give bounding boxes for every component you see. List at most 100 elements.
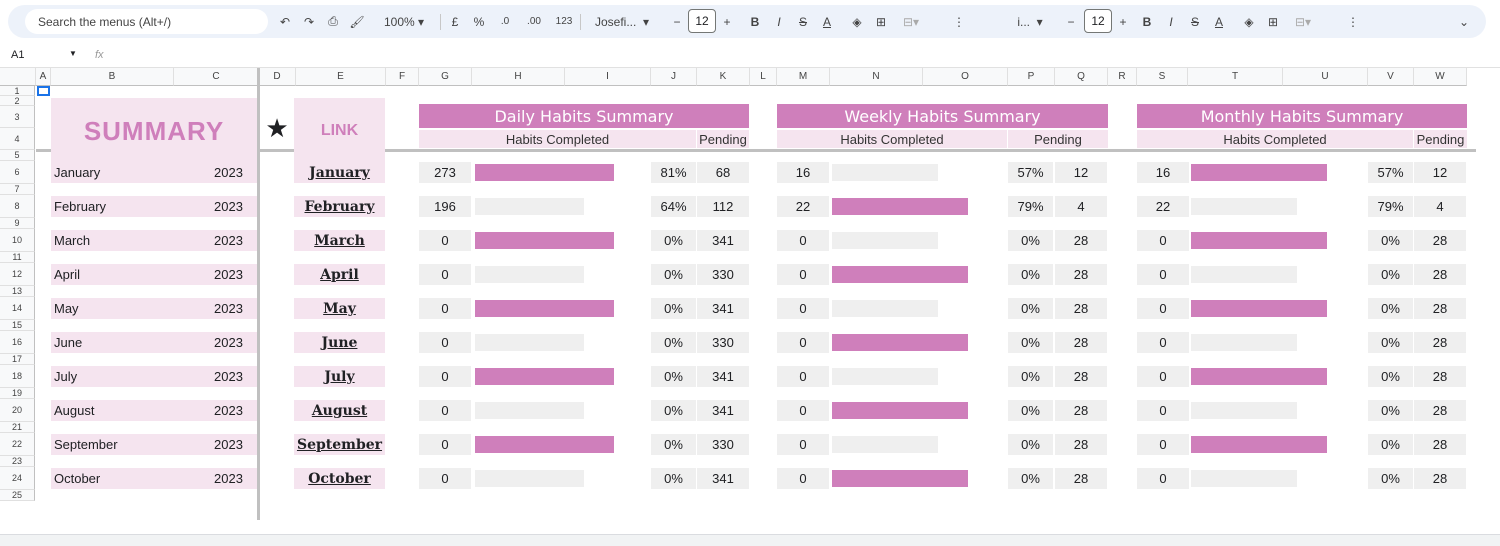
decrease-decimal-button[interactable]: .0 (492, 5, 518, 38)
month-link[interactable]: April (294, 264, 385, 285)
collapse-toolbar-icon[interactable]: ⌄ (1454, 5, 1474, 38)
column-header[interactable]: G (419, 68, 472, 86)
column-header[interactable]: U (1283, 68, 1368, 86)
row-header[interactable]: 24 (0, 467, 35, 490)
row-header[interactable]: 15 (0, 320, 35, 331)
column-header[interactable]: C (174, 68, 259, 86)
month-link[interactable]: July (294, 366, 385, 387)
merge-cells-icon-2[interactable]: ⊟▾ (1286, 5, 1320, 38)
column-header[interactable]: E (296, 68, 386, 86)
row-header[interactable]: 9 (0, 218, 35, 229)
strikethrough-icon[interactable]: S (792, 5, 814, 38)
percent-format-button[interactable]: % (468, 5, 490, 38)
column-header[interactable]: O (923, 68, 1008, 86)
name-box-dropdown-icon[interactable]: ▼ (69, 49, 77, 58)
column-header[interactable]: W (1414, 68, 1467, 86)
row-header[interactable]: 1 (0, 86, 35, 96)
sheet-grid[interactable]: A B C D E F G H I J K L M N O P Q R S T U V W 1 2 3 4 5 6 7 8 9 10 11 12 13… (0, 68, 1490, 520)
column-header[interactable]: T (1188, 68, 1283, 86)
month-link[interactable]: September (294, 434, 385, 455)
menu-search-input[interactable]: Search the menus (Alt+/) (25, 9, 268, 34)
more-options-icon-2[interactable]: ⋮ (1344, 5, 1362, 38)
row-header[interactable]: 5 (0, 150, 35, 161)
row-header[interactable]: 23 (0, 456, 35, 467)
column-header[interactable]: L (750, 68, 777, 86)
font-family-select-2[interactable]: i... ▾ (1006, 5, 1054, 38)
column-header[interactable]: V (1368, 68, 1414, 86)
row-header[interactable]: 3 (0, 106, 35, 128)
font-size-increase-icon[interactable]: + (718, 5, 736, 38)
month-link[interactable]: March (294, 230, 385, 251)
number-format-button[interactable]: 123 (550, 5, 578, 38)
merge-cells-icon[interactable]: ⊟▾ (894, 5, 928, 38)
month-link[interactable]: May (294, 298, 385, 319)
progress-bar (1191, 164, 1327, 181)
name-box[interactable]: A1 (11, 49, 24, 61)
column-header[interactable]: D (259, 68, 296, 86)
italic-icon-2[interactable]: I (1160, 5, 1182, 38)
column-header[interactable]: R (1108, 68, 1137, 86)
currency-format-button[interactable]: £ (444, 5, 466, 38)
bold-icon-2[interactable]: B (1136, 5, 1158, 38)
selected-cell[interactable] (37, 86, 50, 96)
column-header[interactable]: J (651, 68, 697, 86)
font-family-select[interactable]: Josefi... ▾ (584, 5, 660, 38)
select-all-corner[interactable] (0, 68, 36, 86)
bold-icon[interactable]: B (744, 5, 766, 38)
font-size-decrease-icon-2[interactable]: − (1062, 5, 1080, 38)
fill-color-icon[interactable]: ◈ (846, 5, 868, 38)
undo-icon[interactable]: ↶ (274, 5, 296, 38)
column-header[interactable]: Q (1055, 68, 1108, 86)
row-header[interactable]: 22 (0, 433, 35, 456)
row-header[interactable]: 4 (0, 128, 35, 150)
row-header[interactable]: 25 (0, 490, 35, 501)
row-header[interactable]: 18 (0, 365, 35, 388)
fill-color-icon-2[interactable]: ◈ (1238, 5, 1260, 38)
month-link[interactable]: August (294, 400, 385, 421)
text-color-icon[interactable]: A (816, 5, 838, 38)
row-header[interactable]: 17 (0, 354, 35, 365)
italic-icon[interactable]: I (768, 5, 790, 38)
row-header[interactable]: 11 (0, 252, 35, 263)
row-header[interactable]: 20 (0, 399, 35, 422)
column-header[interactable]: A (36, 68, 51, 86)
more-options-icon[interactable]: ⋮ (950, 5, 968, 38)
row-header[interactable]: 16 (0, 331, 35, 354)
row-header[interactable]: 14 (0, 297, 35, 320)
row-header[interactable]: 8 (0, 195, 35, 218)
font-size-increase-icon-2[interactable]: + (1114, 5, 1132, 38)
paint-format-icon[interactable]: 🖌 (346, 5, 368, 38)
row-header[interactable]: 7 (0, 184, 35, 195)
month-link[interactable]: February (294, 196, 385, 217)
column-header[interactable]: S (1137, 68, 1188, 86)
row-header[interactable]: 2 (0, 96, 35, 106)
column-header[interactable]: I (565, 68, 651, 86)
column-header[interactable]: P (1008, 68, 1055, 86)
month-link[interactable]: October (294, 468, 385, 489)
font-size-decrease-icon[interactable]: − (668, 5, 686, 38)
font-size-input[interactable]: 12 (688, 9, 716, 33)
row-header[interactable]: 6 (0, 161, 35, 184)
column-header[interactable]: K (697, 68, 750, 86)
row-header[interactable]: 13 (0, 286, 35, 297)
column-header[interactable]: M (777, 68, 830, 86)
text-color-icon-2[interactable]: A (1208, 5, 1230, 38)
column-header[interactable]: H (472, 68, 565, 86)
column-header[interactable]: B (51, 68, 174, 86)
column-header[interactable]: N (830, 68, 923, 86)
row-header[interactable]: 21 (0, 422, 35, 433)
print-icon[interactable]: ⎙ (322, 5, 344, 38)
borders-icon-2[interactable]: ⊞ (1262, 5, 1284, 38)
font-size-input-2[interactable]: 12 (1084, 9, 1112, 33)
row-header[interactable]: 10 (0, 229, 35, 252)
column-header[interactable]: F (386, 68, 419, 86)
row-header[interactable]: 19 (0, 388, 35, 399)
strikethrough-icon-2[interactable]: S (1184, 5, 1206, 38)
borders-icon[interactable]: ⊞ (870, 5, 892, 38)
redo-icon[interactable]: ↷ (298, 5, 320, 38)
increase-decimal-button[interactable]: .00 (520, 5, 548, 38)
month-link[interactable]: June (294, 332, 385, 353)
row-header[interactable]: 12 (0, 263, 35, 286)
month-link[interactable]: January (294, 162, 385, 183)
zoom-select[interactable]: 100% ▾ (374, 5, 434, 38)
